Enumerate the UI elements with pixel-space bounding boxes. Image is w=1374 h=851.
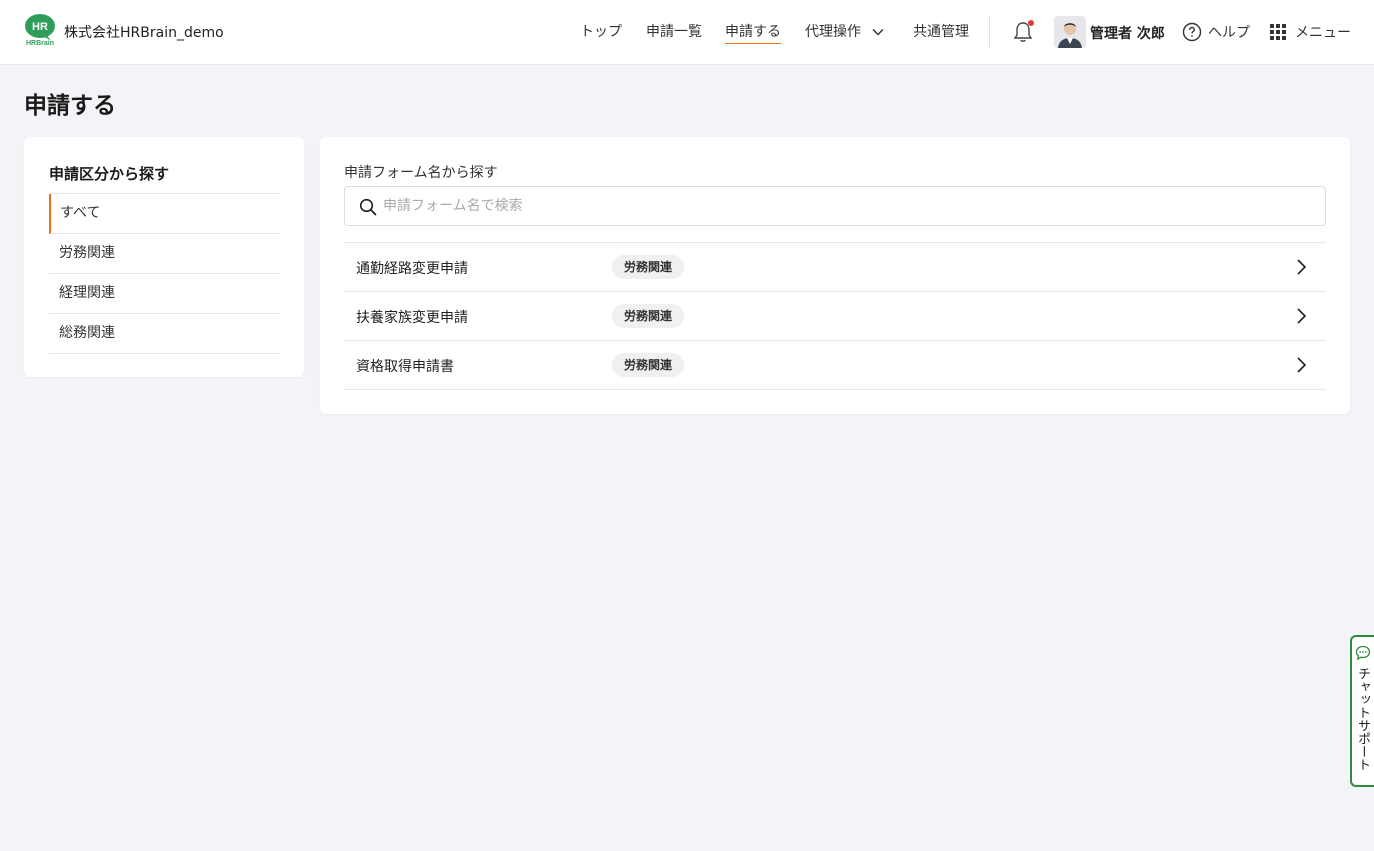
nav-top[interactable]: トップ [580,21,622,41]
form-name: 扶養家族変更申請 [356,310,468,326]
form-search-panel: 申請フォーム名から探す 通勤経路変更申請 労務関連 扶養家族変更申請 労務関連 … [320,137,1350,414]
chevron-right-icon [1297,357,1307,373]
search-box [344,186,1326,226]
category-item-all[interactable]: すべて [49,194,280,234]
header-divider [989,16,990,48]
list-item[interactable]: 通勤経路変更申請 労務関連 [344,243,1326,292]
category-badge: 労務関連 [612,353,685,377]
app-header: HR HRBrain 株式会社HRBrain_demo トップ 申請一覧 申請す… [0,0,1374,65]
company-name: 株式会社HRBrain_demo [64,25,224,41]
chevron-right-icon [1297,259,1307,275]
list-item[interactable]: 扶養家族変更申請 労務関連 [344,292,1326,341]
nav-apply[interactable]: 申請する [725,21,781,44]
category-list: すべて 労務関連 経理関連 総務関連 [49,193,280,354]
form-search-label: 申請フォーム名から探す [344,165,498,181]
category-item-labor[interactable]: 労務関連 [49,234,280,274]
category-filter-panel: 申請区分から探す すべて 労務関連 経理関連 総務関連 [24,137,304,377]
category-filter-title: 申請区分から探す [49,165,170,183]
chevron-right-icon [1297,308,1307,324]
menu-link[interactable]: メニュー [1295,22,1351,42]
grid-icon[interactable] [1270,24,1286,40]
notification-dot [1028,20,1034,26]
category-item-accounting[interactable]: 経理関連 [49,274,280,314]
category-item-general-affairs[interactable]: 総務関連 [49,314,280,354]
chat-support-button[interactable]: チャットサポート [1350,635,1374,787]
nav-application-list[interactable]: 申請一覧 [646,21,702,41]
logo-text-bottom: HRBrain [26,40,54,47]
user-avatar-icon [1054,16,1086,48]
search-icon [359,198,377,216]
nav-common-management[interactable]: 共通管理 [913,21,969,41]
chevron-down-icon [872,28,884,36]
category-badge: 労務関連 [612,255,685,279]
form-name: 通勤経路変更申請 [356,261,468,277]
logo-text-top: HR [32,21,48,33]
search-input[interactable] [383,188,1313,224]
hrbrain-logo[interactable]: HR HRBrain [24,13,56,47]
nav-proxy-operation[interactable]: 代理操作 [805,21,885,41]
form-list: 通勤経路変更申請 労務関連 扶養家族変更申請 労務関連 資格取得申請書 労務関連 [344,242,1326,390]
avatar[interactable] [1054,16,1086,48]
chat-bubble-icon [1355,645,1371,661]
question-circle-icon[interactable] [1182,22,1202,42]
user-name[interactable]: 管理者 次郎 [1090,23,1165,43]
chat-support-label: チャットサポート [1355,667,1370,771]
help-link[interactable]: ヘルプ [1208,22,1250,42]
nav-proxy-operation-label: 代理操作 [805,24,861,40]
form-name: 資格取得申請書 [356,359,454,375]
category-badge: 労務関連 [612,304,685,328]
list-item[interactable]: 資格取得申請書 労務関連 [344,341,1326,390]
page-title: 申請する [24,93,116,119]
